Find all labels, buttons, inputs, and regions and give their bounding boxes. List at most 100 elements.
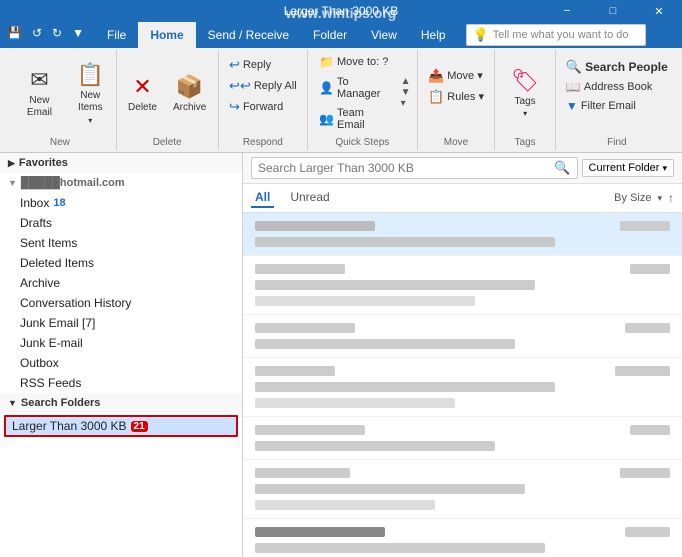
- search-folders-header[interactable]: ▼ Search Folders: [0, 393, 242, 413]
- tab-unread[interactable]: Unread: [286, 188, 333, 208]
- tags-icon: 🏷: [511, 68, 539, 94]
- favorites-label: Favorites: [19, 157, 68, 169]
- sort-chevron[interactable]: ▾: [657, 193, 662, 204]
- customize-qa-button[interactable]: ▼: [69, 25, 87, 41]
- account-header[interactable]: ▼ █████ hotmail.com: [0, 173, 242, 193]
- tab-folder[interactable]: Folder: [301, 22, 359, 48]
- tab-help[interactable]: Help: [409, 22, 458, 48]
- email-item-3[interactable]: [243, 358, 682, 417]
- new-email-button[interactable]: ✉ New Email: [10, 63, 69, 123]
- tab-bar: All Unread By Size ▾ ↑: [243, 184, 682, 213]
- junk-email2-label: Junk E-mail: [20, 336, 83, 350]
- larger-than-label: Larger Than 3000 KB: [12, 419, 127, 433]
- favorites-chevron: ▶: [8, 158, 15, 169]
- tab-home[interactable]: Home: [138, 22, 195, 48]
- email-item-2[interactable]: [243, 315, 682, 358]
- move-button[interactable]: 📤 Move ▾: [423, 66, 489, 86]
- new-items-button[interactable]: 📋 NewItems ▾: [71, 63, 110, 123]
- forward-button[interactable]: ↪ Forward: [224, 97, 302, 117]
- date-blur-0: [620, 221, 670, 231]
- undo-qa-button[interactable]: ↺: [29, 25, 45, 41]
- move-col: 📤 Move ▾ 📋 Rules ▾: [423, 66, 489, 121]
- email-item-4[interactable]: [243, 417, 682, 460]
- sidebar-item-deleted[interactable]: Deleted Items: [0, 253, 242, 273]
- archive-label: Archive: [173, 102, 206, 113]
- subject-blur-2: [255, 339, 515, 349]
- redo-qa-button[interactable]: ↻: [49, 25, 65, 41]
- sidebar-item-rss[interactable]: RSS Feeds: [0, 373, 242, 393]
- date-blur-5: [620, 468, 670, 478]
- tell-me-bar[interactable]: 💡 Tell me what you want to do: [466, 24, 646, 46]
- to-manager-button[interactable]: 👤 To Manager: [314, 73, 399, 103]
- archive-icon: 📦: [176, 74, 203, 100]
- subject-blur-1: [255, 280, 535, 290]
- date-blur-3: [615, 366, 670, 376]
- search-scope-dropdown[interactable]: Current Folder ▾: [582, 159, 674, 177]
- search-people-label: Search People: [585, 60, 668, 74]
- email-item-6[interactable]: [243, 519, 682, 557]
- save-qa-button[interactable]: 💾: [4, 25, 25, 41]
- ribbon-group-quick-steps: 📁 Move to: ? 👤 To Manager 👥 Team Email ▲…: [308, 50, 418, 150]
- rules-button[interactable]: 📋 Rules ▾: [423, 87, 489, 107]
- minimize-button[interactable]: −: [544, 0, 590, 22]
- sidebar-item-outbox[interactable]: Outbox: [0, 353, 242, 373]
- sidebar-item-conversation[interactable]: Conversation History: [0, 293, 242, 313]
- move-icon: 📤: [428, 68, 444, 84]
- tags-button[interactable]: 🏷 Tags ▾: [501, 63, 549, 123]
- sidebar: ▶ Favorites ▼ █████ hotmail.com Inbox 18…: [0, 153, 243, 557]
- close-button[interactable]: ✕: [636, 0, 682, 22]
- maximize-button[interactable]: □: [590, 0, 636, 22]
- reply-button[interactable]: ↩ Reply: [224, 55, 302, 75]
- new-items-icon: 📋: [77, 62, 104, 88]
- conversation-label: Conversation History: [20, 296, 131, 310]
- move-group-label: Move: [418, 137, 495, 148]
- subject-blur-6: [255, 543, 545, 553]
- forward-icon: ↪: [229, 99, 240, 115]
- quick-steps-expand[interactable]: ▾: [401, 98, 411, 109]
- address-book-button[interactable]: 📖 Address Book: [561, 78, 673, 96]
- to-manager-icon: 👤: [319, 81, 334, 95]
- sidebar-item-larger-than[interactable]: Larger Than 3000 KB 21: [4, 415, 238, 437]
- tab-file[interactable]: File: [95, 22, 138, 48]
- date-blur-4: [630, 425, 670, 435]
- ribbon: ✉ New Email 📋 NewItems ▾ New ✕ Delete 📦 …: [0, 48, 682, 153]
- quick-steps-inner: 📁 Move to: ? 👤 To Manager 👥 Team Email: [314, 52, 399, 134]
- sidebar-item-archive[interactable]: Archive: [0, 273, 242, 293]
- reply-all-button[interactable]: ↩↩ Reply All: [224, 76, 302, 96]
- email-item-5[interactable]: [243, 460, 682, 519]
- account-chevron: ▼: [8, 178, 17, 188]
- tab-send-receive[interactable]: Send / Receive: [196, 22, 301, 48]
- archive-button[interactable]: 📦 Archive: [167, 63, 212, 123]
- search-people-button[interactable]: 🔍 Search People: [561, 57, 673, 77]
- sender-blur-1: [255, 264, 345, 274]
- sidebar-item-sent[interactable]: Sent Items: [0, 233, 242, 253]
- email-item-1[interactable]: [243, 256, 682, 315]
- favorites-header[interactable]: ▶ Favorites: [0, 153, 242, 173]
- sidebar-item-inbox[interactable]: Inbox 18: [0, 193, 242, 213]
- sort-direction[interactable]: ↑: [668, 191, 674, 205]
- sidebar-item-junk-email[interactable]: Junk Email [7]: [0, 313, 242, 333]
- window-controls: − □ ✕: [544, 0, 682, 22]
- sender-blur-0: [255, 221, 375, 231]
- sender-blur-3: [255, 366, 335, 376]
- ribbon-tabs: File Home Send / Receive Folder View Hel…: [91, 22, 682, 48]
- tab-view[interactable]: View: [359, 22, 409, 48]
- quick-steps-up[interactable]: ▲: [401, 76, 411, 87]
- team-email-button[interactable]: 👥 Team Email: [314, 104, 399, 134]
- rss-label: RSS Feeds: [20, 376, 81, 390]
- subject-blur-0: [255, 237, 555, 247]
- search-input[interactable]: [258, 161, 550, 175]
- quick-steps-down[interactable]: ▼: [401, 87, 411, 98]
- respond-group-label: Respond: [219, 137, 307, 148]
- respond-group-content: ↩ Reply ↩↩ Reply All ↪ Forward: [224, 52, 302, 148]
- sidebar-item-junk-email2[interactable]: Junk E-mail: [0, 333, 242, 353]
- email-item-0[interactable]: [243, 213, 682, 256]
- tab-all[interactable]: All: [251, 188, 274, 208]
- drafts-label: Drafts: [20, 216, 52, 230]
- ribbon-group-new: ✉ New Email 📋 NewItems ▾ New: [4, 50, 117, 150]
- delete-button[interactable]: ✕ Delete: [122, 63, 163, 123]
- filter-email-button[interactable]: ▼ Filter Email: [561, 97, 673, 115]
- new-group-label: New: [4, 137, 116, 148]
- move-to-button[interactable]: 📁 Move to: ?: [314, 52, 399, 72]
- sidebar-item-drafts[interactable]: Drafts: [0, 213, 242, 233]
